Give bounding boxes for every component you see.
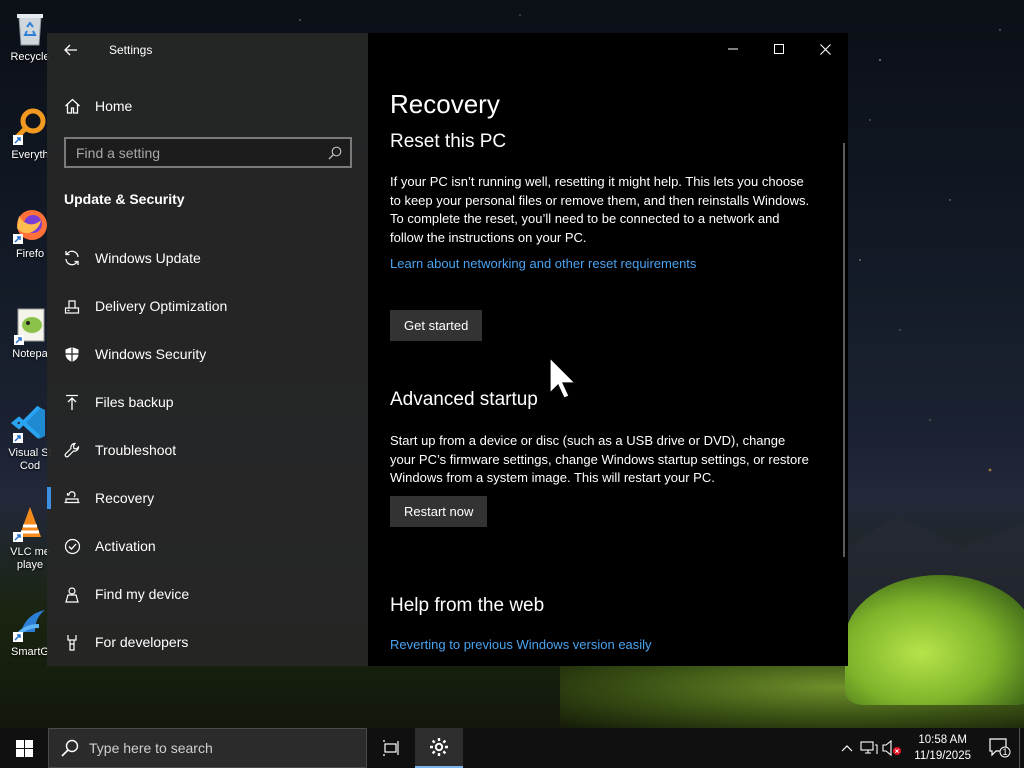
network-wired-icon	[860, 741, 878, 754]
nav-item-windows-security[interactable]: Windows Security	[47, 330, 368, 378]
windows-logo-icon	[15, 739, 33, 757]
nav-item-delivery-optimization[interactable]: Delivery Optimization	[47, 282, 368, 330]
nav-item-recovery[interactable]: Recovery	[47, 474, 368, 522]
recovery-icon	[63, 489, 81, 507]
taskbar: Type here to search 10:58 AM 11/19/2025 …	[0, 728, 1024, 768]
home-label: Home	[95, 98, 133, 114]
show-hidden-icons-button[interactable]	[836, 728, 858, 768]
home-icon	[65, 98, 80, 114]
reset-requirements-link[interactable]: Learn about networking and other reset r…	[390, 256, 696, 271]
wrench-icon	[63, 441, 81, 459]
nav-item-for-developers[interactable]: For developers	[47, 618, 368, 666]
volume-muted-icon	[882, 740, 902, 756]
person-pin-icon	[63, 585, 81, 603]
nav-item-windows-update[interactable]: Windows Update	[47, 234, 368, 282]
show-desktop-button[interactable]	[1019, 728, 1024, 768]
delivery-optimization-icon	[63, 297, 81, 315]
close-button[interactable]	[802, 33, 848, 65]
nav-label: Windows Security	[95, 346, 207, 362]
task-view-button[interactable]	[367, 728, 415, 768]
nav-label: For developers	[95, 634, 189, 650]
gear-icon	[430, 738, 448, 756]
task-view-icon	[383, 740, 399, 756]
network-status-button[interactable]	[858, 728, 880, 768]
clock-date: 11/19/2025	[914, 750, 971, 762]
reset-heading: Reset this PC	[390, 131, 507, 152]
nav-label: Windows Update	[95, 250, 201, 266]
home-nav-item[interactable]: Home	[47, 87, 368, 125]
get-started-button[interactable]: Get started	[390, 310, 483, 341]
shield-icon	[63, 345, 81, 363]
content-scrollbar[interactable]	[843, 143, 845, 557]
help-heading: Help from the web	[390, 594, 545, 616]
clock-time: 10:58 AM	[918, 734, 967, 746]
nav-item-find-my-device[interactable]: Find my device	[47, 570, 368, 618]
reset-description: If your PC isn’t running well, resetting…	[390, 174, 810, 245]
nav-item-files-backup[interactable]: Files backup	[47, 378, 368, 426]
settings-sidebar: Settings Home Update & Security Windows …	[47, 33, 368, 666]
taskbar-clock[interactable]: 10:58 AM 11/19/2025	[904, 732, 981, 764]
minimize-button[interactable]	[710, 33, 756, 65]
minimize-icon	[728, 48, 738, 50]
app-title: Settings	[109, 43, 153, 57]
taskbar-settings-app[interactable]	[415, 728, 463, 768]
find-setting-search[interactable]	[64, 137, 352, 168]
start-button[interactable]	[0, 728, 48, 768]
advanced-startup-description: Start up from a device or disc (such as …	[390, 433, 809, 485]
search-icon	[328, 146, 342, 159]
nav-label: Delivery Optimization	[95, 298, 228, 314]
search-icon	[61, 739, 79, 757]
advanced-startup-heading: Advanced startup	[390, 389, 538, 410]
maximize-button[interactable]	[756, 33, 802, 65]
mouse-cursor-icon	[549, 357, 577, 399]
nav-label: Activation	[95, 538, 156, 554]
recycle-bin-icon	[10, 8, 50, 48]
notification-icon	[989, 738, 1011, 758]
nav-label: Recovery	[95, 490, 155, 506]
developer-tools-icon	[63, 633, 81, 651]
settings-content-pane: Recovery Reset this PC If your PC isn’t …	[368, 33, 848, 666]
taskbar-search-placeholder: Type here to search	[89, 740, 213, 756]
vscode-icon	[10, 404, 50, 444]
check-circle-icon	[63, 537, 81, 555]
nav-item-activation[interactable]: Activation	[47, 522, 368, 570]
nav-label: Files backup	[95, 394, 174, 410]
nav-label: Troubleshoot	[95, 442, 177, 458]
maximize-icon	[774, 44, 784, 54]
sync-icon	[63, 249, 81, 267]
recovery-page: Recovery Reset this PC If your PC isn’t …	[390, 89, 830, 653]
settings-window: Settings Home Update & Security Windows …	[47, 33, 848, 666]
find-setting-input[interactable]	[76, 144, 328, 161]
section-heading: Update & Security	[64, 191, 185, 207]
action-center-button[interactable]: 1	[981, 728, 1019, 768]
notepad-plus-plus-icon	[10, 305, 50, 345]
page-title: Recovery	[390, 89, 500, 119]
notification-count: 1	[1002, 747, 1008, 757]
back-button[interactable]	[47, 33, 95, 67]
nav-item-troubleshoot[interactable]: Troubleshoot	[47, 426, 368, 474]
volume-button[interactable]	[880, 728, 904, 768]
backup-arrow-icon	[63, 393, 81, 411]
close-icon	[819, 43, 831, 55]
nav-label: Find my device	[95, 586, 190, 602]
settings-nav: Windows Update Delivery Optimization Win…	[47, 234, 368, 666]
chevron-up-icon	[841, 745, 853, 752]
glowing-tent	[845, 575, 1024, 705]
window-caption-buttons	[368, 33, 848, 65]
restart-now-button[interactable]: Restart now	[390, 495, 488, 527]
everything-search-icon	[10, 106, 50, 146]
firefox-icon	[10, 205, 50, 245]
smartgit-icon	[10, 603, 50, 643]
vlc-icon	[10, 503, 50, 543]
arrow-left-icon	[64, 44, 77, 56]
help-link-revert-windows[interactable]: Reverting to previous Windows version ea…	[390, 637, 652, 652]
system-tray: 10:58 AM 11/19/2025 1	[836, 728, 1024, 768]
titlebar-left: Settings	[47, 33, 368, 67]
taskbar-search-box[interactable]: Type here to search	[48, 728, 367, 768]
